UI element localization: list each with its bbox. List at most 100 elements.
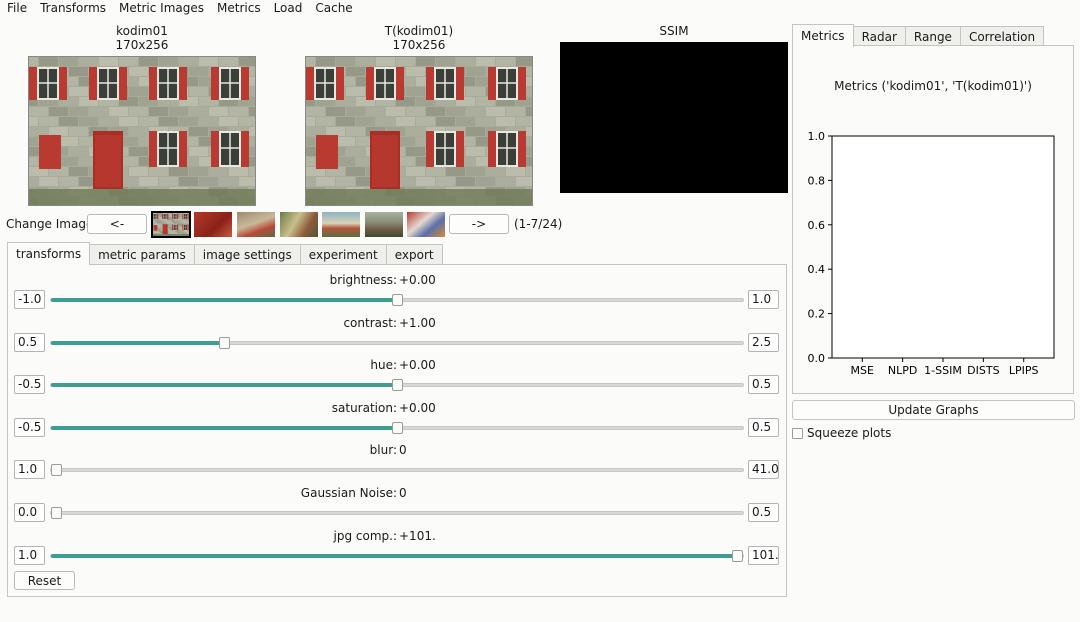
slider-value: +0.00 [399,273,436,287]
thumbnail-7[interactable] [407,212,445,237]
slider-fill [51,383,397,387]
metrics-bar-chart: 0.0 0.2 0.4 0.6 0.8 1.0 MSE NLPD 1-SSIM DISTS LPIP… [808,130,1055,377]
slider-value: +0.00 [399,358,436,372]
x-tick-label: MSE [851,364,874,377]
slider-track[interactable] [50,294,744,306]
slider-max-input[interactable]: 0.5 [748,503,779,522]
y-tick-label: 0.0 [808,352,826,365]
slider-min-input[interactable]: 0.0 [14,503,45,522]
tab-correlation[interactable]: Correlation [959,26,1045,47]
previous-images-button[interactable]: <- [87,214,147,234]
transformed-image-size: 170x256 [392,38,446,52]
slider-value: 0 [399,486,407,500]
x-tick-label: DISTS [967,364,999,377]
squeeze-plots-checkbox[interactable] [792,428,803,439]
slider-min-input[interactable]: -0.5 [14,375,45,394]
thumbnail-5[interactable] [322,212,360,237]
slider-label: contrast: [343,316,397,330]
slider-min-input[interactable]: 1.0 [14,460,45,479]
squeeze-plots-label: Squeeze plots [807,426,892,440]
slider-fill [51,554,743,558]
tab-radar[interactable]: Radar [852,26,906,47]
thumbnail-3[interactable] [237,212,275,237]
slider-max-input[interactable]: 2.5 [748,333,779,352]
slider-handle[interactable] [392,294,403,306]
menu-load[interactable]: Load [267,0,309,16]
slider-max-input[interactable]: 41.0 [748,460,779,479]
x-tick-label: LPIPS [1009,364,1039,377]
ssim-image [560,42,788,193]
slider-handle[interactable] [392,379,403,391]
menu-metric-images[interactable]: Metric Images [112,0,210,16]
slider-track[interactable] [50,464,744,476]
tab-range[interactable]: Range [904,26,961,47]
y-tick-label: 0.2 [808,308,826,321]
slider-min-input[interactable]: 0.5 [14,333,45,352]
settings-tabbar: transforms metric params image settings … [7,242,443,265]
menu-transforms[interactable]: Transforms [33,0,112,16]
reference-image [28,56,256,206]
slider-fill [51,298,397,302]
thumbnail-6[interactable] [365,212,403,237]
image-range-indicator: (1-7/24) [514,217,563,231]
transformed-image-name: T(kodim01) [384,24,454,38]
slider-handle[interactable] [51,507,62,519]
tab-metric-params[interactable]: metric params [89,244,195,265]
slider-value: +0.00 [399,401,436,415]
slider-max-input[interactable]: 0.5 [748,418,779,437]
transformed-image-caption: T(kodim01) 170x256 [369,24,469,52]
tab-metrics[interactable]: Metrics [792,24,854,47]
slider-min-input[interactable]: -0.5 [14,418,45,437]
slider-min-input[interactable]: 1.0 [14,546,45,565]
slider-max-input[interactable]: 1.0 [748,290,779,309]
slider-handle[interactable] [732,550,743,562]
menu-bar: File Transforms Metric Images Metrics Lo… [0,0,1080,16]
reset-button[interactable]: Reset [14,571,75,590]
tab-export[interactable]: export [385,244,443,265]
slider-max-input[interactable]: 101.0 [748,546,779,565]
slider-handle[interactable] [392,422,403,434]
menu-cache[interactable]: Cache [308,0,358,16]
tab-transforms[interactable]: transforms [7,242,91,265]
slider-min-input[interactable]: -1.0 [14,290,45,309]
y-tick-label: 0.4 [808,263,826,276]
y-tick-label: 0.8 [808,174,826,187]
slider-track[interactable] [50,337,744,349]
menu-metrics[interactable]: Metrics [210,0,267,16]
slider-track[interactable] [50,379,744,391]
ssim-title: SSIM [659,24,689,38]
thumbnail-2[interactable] [194,212,232,237]
slider-label: blur: [369,443,397,457]
slider-value: +101. [399,529,436,543]
slider-handle[interactable] [51,464,62,476]
slider-label: jpg comp.: [333,529,398,543]
reference-image-size: 170x256 [115,38,169,52]
slider-fill [51,426,397,430]
x-tick-label: 1-SSIM [924,364,962,377]
next-images-button[interactable]: -> [449,214,509,234]
thumbnail-1[interactable] [151,211,191,238]
transformed-image [305,56,533,206]
slider-label: hue: [370,358,397,372]
slider-track[interactable] [50,550,744,562]
thumbnail-4[interactable] [280,212,318,237]
change-image-label: Change Image: [6,217,98,231]
y-tick-label: 1.0 [808,130,826,143]
slider-fill [51,341,224,345]
slider-track[interactable] [50,422,744,434]
update-graphs-button[interactable]: Update Graphs [792,400,1075,420]
chart-title: Metrics ('kodim01', 'T(kodim01)') [834,79,1032,93]
tab-image-settings[interactable]: image settings [193,244,301,265]
menu-file[interactable]: File [0,0,33,16]
slider-value: 0 [399,443,407,457]
slider-label: Gaussian Noise: [300,486,397,500]
slider-label: saturation: [331,401,397,415]
slider-label: brightness: [329,273,397,287]
reference-image-caption: kodim01 170x256 [92,24,192,52]
slider-handle[interactable] [219,337,230,349]
y-tick-label: 0.6 [808,219,826,232]
tab-experiment[interactable]: experiment [299,244,387,265]
slider-max-input[interactable]: 0.5 [748,375,779,394]
slider-track[interactable] [50,507,744,519]
reference-image-name: kodim01 [116,24,168,38]
